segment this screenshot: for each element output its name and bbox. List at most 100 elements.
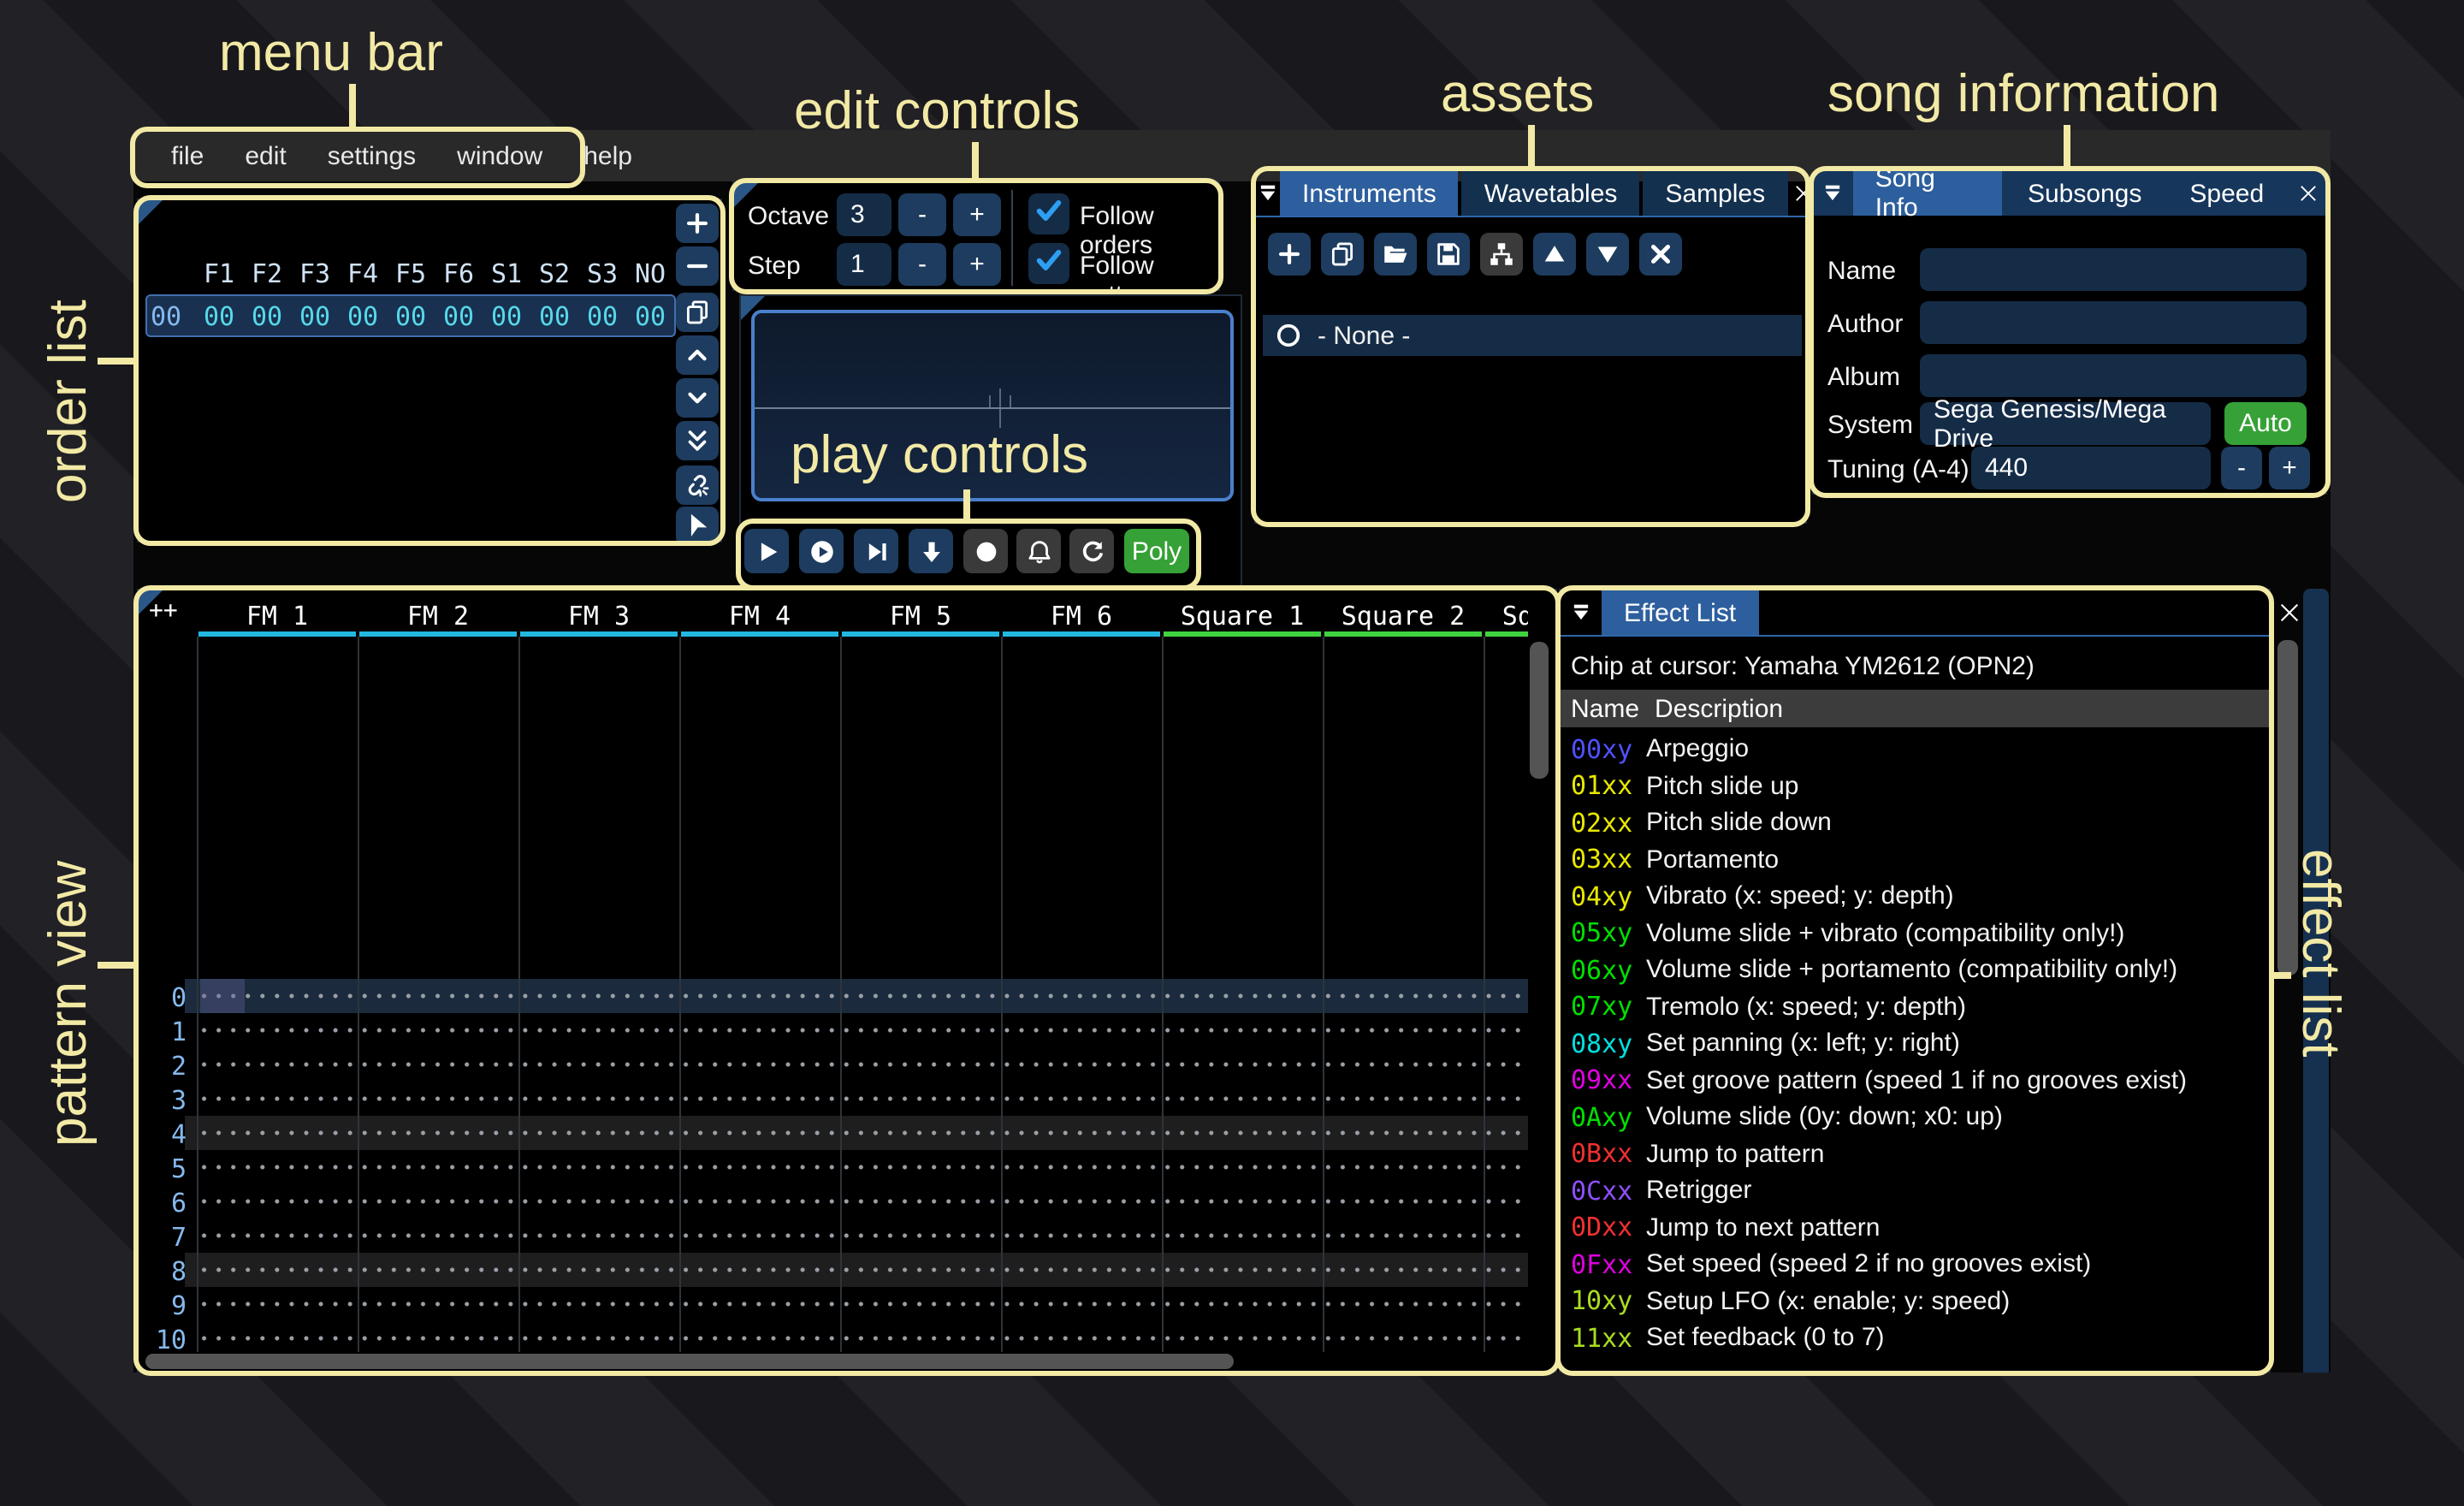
channel-header-fm-3[interactable]: FM 3	[518, 601, 679, 631]
octave-minus-button[interactable]: -	[898, 193, 946, 236]
move-asset-down-button[interactable]	[1586, 233, 1629, 276]
order-cell[interactable]: 00	[484, 301, 529, 332]
move-order-down-button[interactable]	[676, 378, 719, 418]
channel-header-fm-2[interactable]: FM 2	[358, 601, 518, 631]
tab-wavetables[interactable]: Wavetables	[1461, 171, 1640, 216]
channel-header-fm-4[interactable]: FM 4	[679, 601, 840, 631]
deep-clone-order-button[interactable]	[676, 465, 719, 505]
tab-samples[interactable]: Samples	[1643, 171, 1788, 216]
follow-pattern-checkbox[interactable]	[1028, 243, 1069, 284]
system-value[interactable]: Sega Genesis/Mega Drive	[1920, 394, 2211, 453]
collapse-window-icon[interactable]	[1814, 171, 1853, 216]
pattern-vertical-scrollbar[interactable]	[1530, 642, 1549, 779]
tab-effect-list[interactable]: Effect List	[1602, 590, 1759, 635]
tuning-value[interactable]: 440	[1971, 447, 2211, 489]
pattern-row[interactable]	[197, 979, 1528, 1013]
duplicate-asset-button[interactable]	[1321, 233, 1364, 276]
pattern-row[interactable]	[197, 1150, 1528, 1184]
move-order-bottom-button[interactable]	[676, 421, 719, 460]
channel-header-square-1[interactable]: Square 1	[1162, 601, 1323, 631]
pattern-row[interactable]	[197, 1287, 1528, 1321]
remove-order-button[interactable]	[676, 246, 719, 286]
octave-plus-button[interactable]: +	[953, 193, 1001, 236]
channel-color-bar	[1485, 631, 1528, 637]
auto-system-button[interactable]: Auto	[2224, 402, 2307, 445]
record-button[interactable]	[963, 529, 1008, 573]
order-cell[interactable]: 00	[436, 301, 481, 332]
channel-separator	[1484, 637, 1485, 1352]
order-edit-mode-button[interactable]	[676, 507, 719, 546]
order-cell[interactable]: 00	[532, 301, 577, 332]
tab-speed[interactable]: Speed	[2167, 171, 2286, 216]
menu-item-file[interactable]: file	[151, 141, 224, 170]
pattern-row[interactable]	[197, 1218, 1528, 1253]
record-icon	[971, 537, 1000, 566]
save-asset-button[interactable]	[1427, 233, 1470, 276]
toggle-folders-button[interactable]	[1480, 233, 1523, 276]
tab-subsongs[interactable]: Subsongs	[2005, 171, 2164, 216]
play-from-cursor-button[interactable]	[799, 529, 844, 573]
channel-separator	[358, 637, 359, 1352]
close-window-icon[interactable]	[2289, 171, 2325, 216]
channel-header-square-3[interactable]: Square 3	[1484, 601, 1528, 631]
channel-color-bar	[842, 631, 999, 637]
order-cell[interactable]: 00	[293, 301, 337, 332]
metronome-button[interactable]	[1016, 529, 1061, 573]
pattern-row[interactable]	[197, 1013, 1528, 1047]
order-cell[interactable]: 00	[628, 301, 672, 332]
order-cell[interactable]: 00	[245, 301, 289, 332]
instrument-list-item[interactable]: - None -	[1263, 315, 1802, 356]
pattern-horizontal-scrollbar[interactable]	[145, 1354, 1234, 1369]
tab-song-info[interactable]: Song Info	[1852, 164, 2002, 222]
play-button[interactable]	[744, 529, 789, 573]
pattern-corner-button[interactable]: ++	[149, 597, 178, 625]
effect-list-close-icon[interactable]	[2276, 599, 2303, 626]
song-album-field[interactable]	[1920, 354, 2307, 397]
pattern-row[interactable]	[197, 1047, 1528, 1082]
channel-header-fm-1[interactable]: FM 1	[197, 601, 358, 631]
pattern-row[interactable]	[197, 1082, 1528, 1116]
pattern-row[interactable]	[197, 1253, 1528, 1287]
delete-asset-button[interactable]	[1639, 233, 1682, 276]
collapse-window-icon[interactable]	[1561, 590, 1602, 635]
order-cell[interactable]: 00	[341, 301, 385, 332]
effect-code: 11xx	[1571, 1322, 1633, 1353]
close-window-icon[interactable]	[1791, 171, 1815, 216]
tab-instruments[interactable]: Instruments	[1280, 171, 1459, 216]
poly-button[interactable]: Poly	[1124, 529, 1189, 573]
step-down-button[interactable]	[909, 529, 953, 573]
pattern-row[interactable]	[197, 1116, 1528, 1150]
pattern-row[interactable]	[197, 1321, 1528, 1355]
channel-header-square-2[interactable]: Square 2	[1323, 601, 1484, 631]
tuning-plus-button[interactable]: +	[2269, 447, 2310, 489]
move-order-up-button[interactable]	[676, 335, 719, 375]
pattern-row[interactable]	[197, 1184, 1528, 1218]
add-order-button[interactable]	[676, 204, 719, 243]
song-name-field[interactable]	[1920, 248, 2307, 291]
song-author-field[interactable]	[1920, 301, 2307, 344]
order-cell[interactable]: 00	[388, 301, 433, 332]
menu-item-help[interactable]: help	[563, 141, 653, 170]
follow-orders-checkbox[interactable]	[1028, 193, 1069, 234]
menu-item-edit[interactable]: edit	[224, 141, 306, 170]
duplicate-order-button[interactable]	[676, 293, 719, 332]
channel-header-fm-6[interactable]: FM 6	[1001, 601, 1162, 631]
play-one-row-button[interactable]	[854, 529, 898, 573]
tuning-minus-button[interactable]: -	[2221, 447, 2262, 489]
menu-item-window[interactable]: window	[436, 141, 563, 170]
open-asset-button[interactable]	[1374, 233, 1417, 276]
menu-item-settings[interactable]: settings	[307, 141, 436, 170]
add-asset-button[interactable]	[1268, 233, 1311, 276]
pattern-row-number: 7	[170, 1222, 187, 1253]
order-cell[interactable]: 00	[197, 301, 241, 332]
channel-header-fm-5[interactable]: FM 5	[840, 601, 1001, 631]
move-asset-up-button[interactable]	[1533, 233, 1576, 276]
collapse-window-icon[interactable]	[1256, 171, 1280, 216]
step-minus-button[interactable]: -	[898, 243, 946, 286]
step-value[interactable]: 1	[837, 243, 891, 286]
step-plus-button[interactable]: +	[953, 243, 1001, 286]
repeat-pattern-button[interactable]	[1069, 529, 1114, 573]
order-cell[interactable]: 00	[580, 301, 625, 332]
octave-value[interactable]: 3	[837, 193, 891, 236]
order-column-header: F1	[203, 258, 235, 289]
